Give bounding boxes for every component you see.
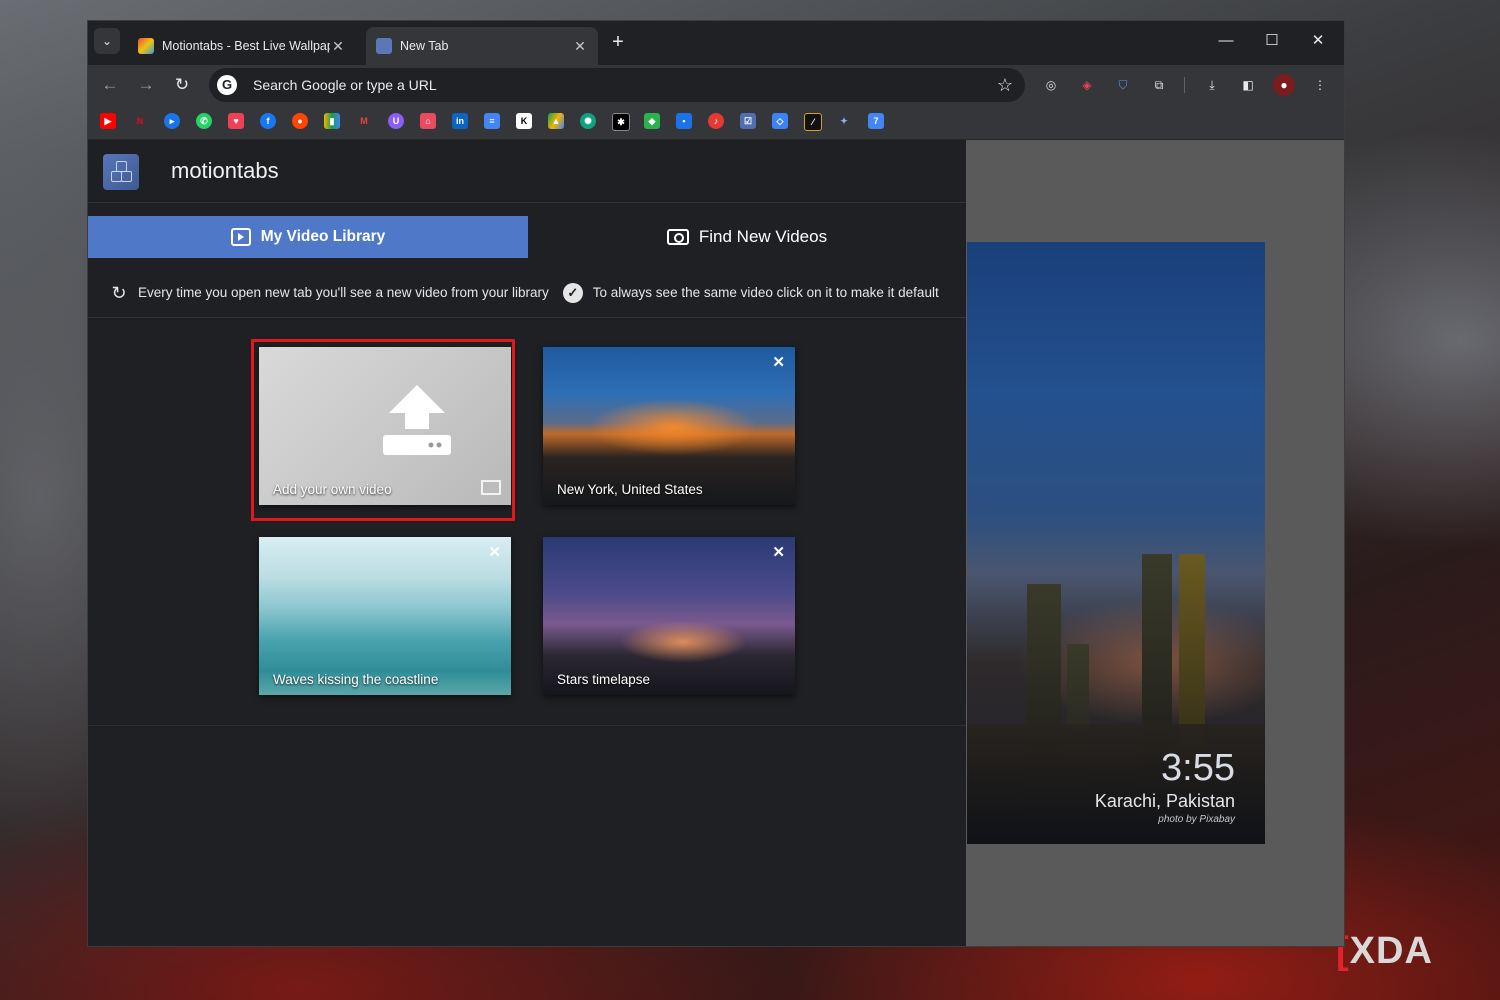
motiontabs-panel: motiontabs My Video Library Find New Vid… — [88, 140, 966, 946]
reader-glasses-icon[interactable]: ◎ — [1040, 74, 1062, 96]
app-header: motiontabs — [88, 140, 966, 203]
tab-strip: ⌄ Motiontabs - Best Live Wallpap ✕ New T… — [88, 21, 1344, 65]
proton-icon[interactable]: U — [388, 113, 404, 129]
minimize-button[interactable]: — — [1206, 29, 1246, 53]
dropbox-icon[interactable]: ◇ — [772, 113, 788, 129]
browser-toolbar: ← → ↻ G ☆ ◎ ◈ ⛉ ⧉ ⤓ ◧ ● ⋮ — [88, 65, 1344, 105]
video-card[interactable]: ✕ Stars timelapse — [543, 537, 795, 695]
google-chat-icon[interactable]: ▪ — [676, 113, 692, 129]
calendar-icon[interactable]: 7 — [868, 113, 884, 129]
remove-video-close-icon[interactable]: ✕ — [772, 543, 785, 561]
tasks-icon[interactable]: ☑ — [740, 113, 756, 129]
google-docs-icon[interactable]: ≡ — [484, 113, 500, 129]
pocket-icon[interactable]: ◈ — [1076, 74, 1098, 96]
page-content: motiontabs My Video Library Find New Vid… — [88, 140, 1344, 946]
omnibox[interactable]: G ☆ — [209, 68, 1025, 102]
reload-button[interactable]: ↻ — [169, 73, 195, 97]
facebook-icon[interactable]: f — [260, 113, 276, 129]
highlight-box — [251, 339, 515, 521]
info-default-text: To always see the same video click on it… — [592, 285, 939, 300]
tab-title: New Tab — [400, 39, 449, 53]
feedly-icon[interactable]: ◆ — [644, 113, 660, 129]
tab-label: My Video Library — [260, 228, 386, 245]
video-card[interactable]: ✕ Waves kissing the coastline — [259, 537, 511, 695]
gmail-icon[interactable]: M — [356, 113, 372, 129]
tab-title: Motiontabs - Best Live Wallpap — [162, 39, 330, 53]
browser-tab-new-tab[interactable]: New Tab ✕ — [366, 27, 598, 65]
glasses-bookmark-icon[interactable]: ⁄ — [804, 113, 822, 131]
remove-video-close-icon[interactable]: ✕ — [772, 353, 785, 371]
divider — [88, 725, 966, 726]
info-random-text: Every time you open new tab you'll see a… — [138, 285, 549, 300]
store-icon[interactable]: ⌂ — [420, 113, 436, 129]
bookmarks-bar: ▶ N ▸ ✆ ♥ f ● ▮ M U ⌂ in ≡ K ▲ ✺ ✱ ◆ ▪ ♪… — [88, 105, 1344, 140]
play-icon[interactable]: ▸ — [164, 113, 180, 129]
toolbar-separator — [1184, 77, 1185, 93]
remove-video-close-icon[interactable]: ✕ — [488, 543, 501, 561]
card-label: New York, United States — [557, 482, 703, 497]
whatsapp-icon[interactable]: ✆ — [196, 113, 212, 129]
library-info-bar: ↻ Every time you open new tab you'll see… — [88, 268, 966, 318]
music-icon[interactable]: ♪ — [708, 113, 724, 129]
maximize-button[interactable]: ☐ — [1252, 29, 1292, 53]
youtube-icon[interactable]: ▶ — [100, 113, 116, 129]
linkedin-icon[interactable]: in — [452, 113, 468, 129]
camera-plus-icon — [666, 229, 689, 245]
gemini-icon[interactable]: ✦ — [836, 113, 852, 129]
xda-watermark: [XDA — [1336, 930, 1433, 972]
check-circle-icon: ✓ — [562, 282, 583, 303]
notion-icon[interactable]: K — [516, 113, 532, 129]
tab-close-icon[interactable]: ✕ — [330, 38, 346, 55]
brand-name: motiontabs — [171, 158, 279, 183]
omnibox-input[interactable] — [251, 76, 997, 94]
tab-label: Find New Videos — [698, 227, 828, 246]
download-icon[interactable]: ⤓ — [1201, 74, 1223, 96]
motiontabs-favicon-icon — [376, 38, 392, 54]
extensions-puzzle-icon[interactable]: ⧉ — [1148, 74, 1170, 96]
back-button[interactable]: ← — [97, 73, 123, 97]
video-library-icon — [230, 228, 251, 246]
card-label: Stars timelapse — [557, 672, 651, 687]
motiontabs-logo-icon — [103, 154, 139, 190]
browser-window: ⌄ Motiontabs - Best Live Wallpap ✕ New T… — [87, 20, 1345, 947]
reddit-icon[interactable]: ● — [292, 113, 308, 129]
video-card[interactable]: ✕ New York, United States — [543, 347, 795, 505]
forward-button[interactable]: → — [133, 73, 159, 97]
clock-location: Karachi, Pakistan — [1094, 791, 1235, 811]
menu-kebab-icon[interactable]: ⋮ — [1309, 74, 1331, 96]
netflix-icon[interactable]: N — [132, 113, 148, 129]
side-panel-icon[interactable]: ◧ — [1237, 74, 1259, 96]
library-tabs: My Video Library Find New Videos — [88, 216, 966, 258]
google-icon: G — [217, 75, 237, 95]
chatgpt-icon[interactable]: ✺ — [580, 113, 596, 129]
tab-my-video-library[interactable]: My Video Library — [88, 216, 528, 258]
wallpaper-preview: 3:55 Karachi, Pakistan photo by Pixabay — [967, 242, 1265, 844]
card-label: Waves kissing the coastline — [273, 672, 439, 687]
analytics-icon[interactable]: ▮ — [324, 113, 340, 129]
profile-avatar[interactable]: ● — [1273, 74, 1295, 96]
new-tab-button[interactable]: + — [606, 30, 630, 54]
bookmark-star-icon[interactable]: ☆ — [997, 75, 1013, 96]
photo-credit: photo by Pixabay — [1158, 814, 1235, 825]
tab-find-new-videos[interactable]: Find New Videos — [528, 216, 966, 258]
browser-tab-motiontabs[interactable]: Motiontabs - Best Live Wallpap ✕ — [128, 27, 356, 65]
refresh-icon: ↻ — [111, 282, 127, 303]
tab-search-chevron-icon[interactable]: ⌄ — [94, 28, 120, 54]
scanner-icon[interactable]: ✱ — [612, 113, 630, 131]
pocket-bookmark-icon[interactable]: ♥ — [228, 113, 244, 129]
clock-time: 3:55 — [1161, 747, 1235, 789]
tab-close-icon[interactable]: ✕ — [572, 38, 588, 55]
motiontabs-favicon-icon — [138, 38, 154, 54]
google-drive-icon[interactable]: ▲ — [548, 113, 564, 129]
bitwarden-shield-icon[interactable]: ⛉ — [1112, 74, 1134, 96]
window-close-button[interactable]: ✕ — [1298, 29, 1338, 53]
